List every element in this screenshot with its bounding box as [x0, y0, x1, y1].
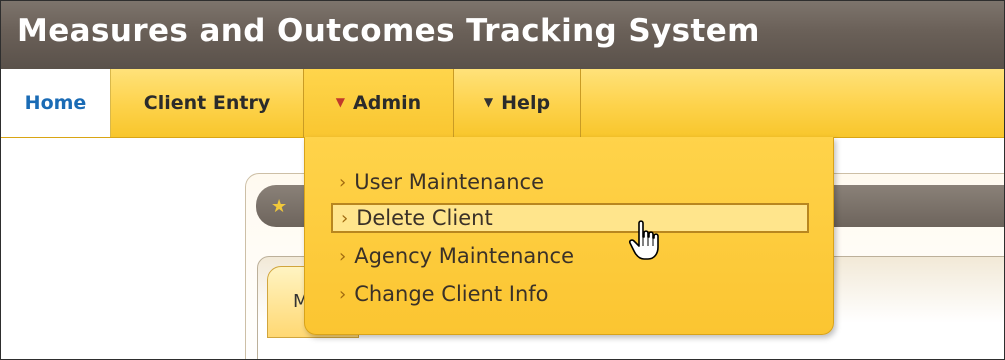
nav-client-entry-label: Client Entry	[143, 92, 271, 114]
menu-item-label: Change Client Info	[354, 282, 549, 306]
menu-item-label: User Maintenance	[354, 170, 544, 194]
nav-home-label: Home	[24, 92, 87, 114]
chevron-right-icon: ›	[339, 283, 347, 305]
nav-help[interactable]: ▼ Help	[454, 69, 581, 137]
admin-dropdown-menu: › User Maintenance › Delete Client › Age…	[304, 137, 834, 335]
app-title: Measures and Outcomes Tracking System	[17, 13, 760, 49]
menu-item-user-maintenance[interactable]: › User Maintenance	[331, 167, 809, 197]
nav-admin[interactable]: ▼ Admin	[304, 69, 454, 137]
dropdown-arrow-icon: ▼	[483, 95, 494, 109]
title-bar: Measures and Outcomes Tracking System	[1, 1, 1004, 69]
chevron-right-icon: ›	[339, 171, 347, 193]
app-window: Measures and Outcomes Tracking System Ho…	[0, 0, 1005, 360]
menu-item-agency-maintenance[interactable]: › Agency Maintenance	[331, 241, 809, 271]
nav-admin-label: Admin	[353, 92, 422, 114]
menu-item-delete-client[interactable]: › Delete Client	[331, 203, 809, 233]
pointer-hand-icon	[629, 220, 659, 260]
chevron-right-icon: ›	[339, 245, 347, 267]
menu-item-label: Delete Client	[356, 206, 493, 230]
star-icon: ★	[271, 196, 288, 217]
nav-help-label: Help	[501, 92, 551, 114]
nav-client-entry[interactable]: Client Entry	[111, 69, 304, 137]
nav-home[interactable]: Home	[1, 69, 111, 137]
dropdown-arrow-icon: ▼	[335, 95, 346, 109]
menu-item-label: Agency Maintenance	[354, 244, 575, 268]
main-nav: Home Client Entry ▼ Admin ▼ Help	[1, 69, 1004, 138]
chevron-right-icon: ›	[341, 207, 349, 229]
menu-item-change-client-info[interactable]: › Change Client Info	[331, 279, 809, 309]
